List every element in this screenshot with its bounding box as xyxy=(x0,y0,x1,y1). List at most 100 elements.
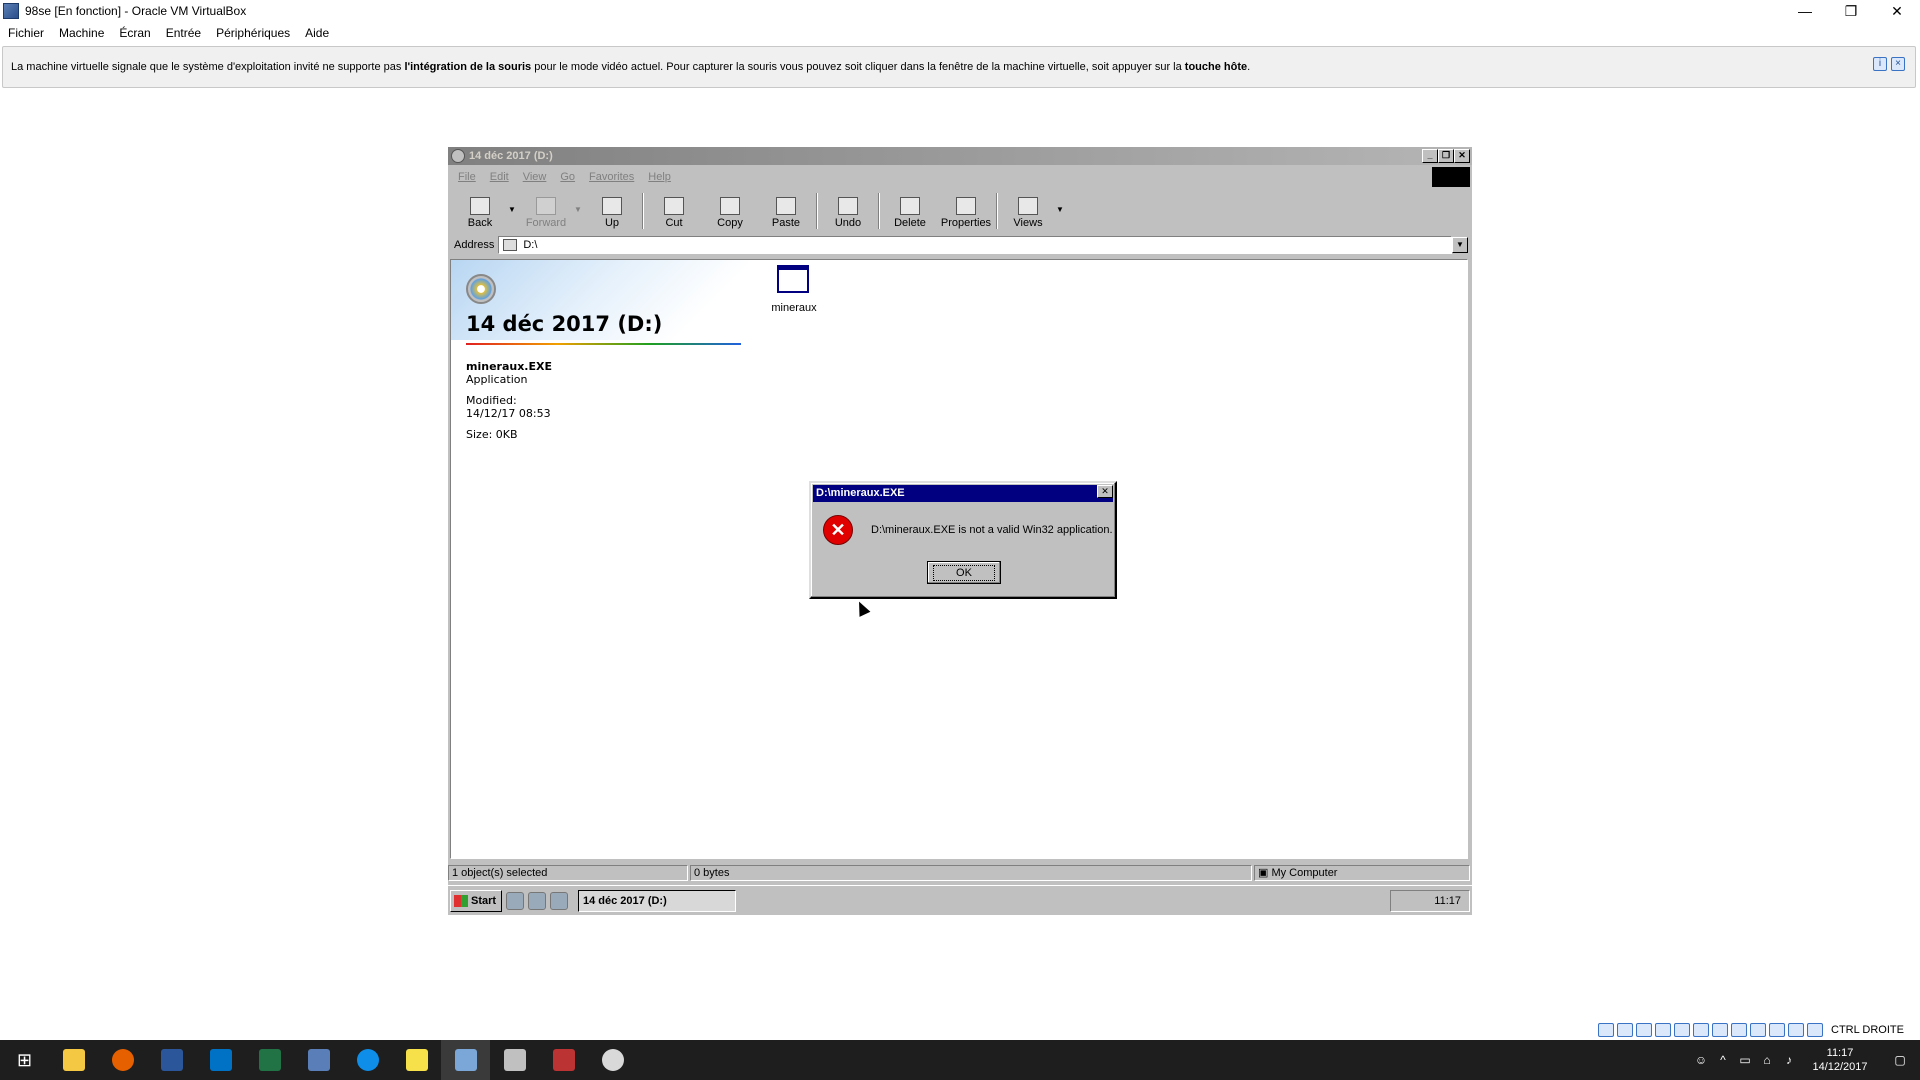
battery-icon[interactable]: ▭ xyxy=(1734,1053,1756,1067)
status-selection: 1 object(s) selected xyxy=(448,865,688,881)
host-key-label: CTRL DROITE xyxy=(1831,1024,1904,1036)
quicklaunch-ie-icon[interactable] xyxy=(528,891,546,910)
menu-view[interactable]: View xyxy=(523,171,547,183)
volume-muted-icon[interactable]: ♪ xyxy=(1778,1053,1800,1067)
file-label[interactable]: mineraux xyxy=(754,302,834,314)
ok-button[interactable]: OK xyxy=(927,561,1001,584)
cpu-status-icon[interactable] xyxy=(1769,1023,1785,1037)
excel-icon xyxy=(258,1049,281,1071)
video-capture-status-icon[interactable] xyxy=(1750,1023,1766,1037)
quicklaunch-outlook-icon[interactable] xyxy=(550,891,568,910)
menu-peripheriques[interactable]: Périphériques xyxy=(216,26,290,40)
host-window-title: 98se [En fonction] - Oracle VM VirtualBo… xyxy=(25,4,247,18)
copy-button[interactable]: Copy xyxy=(702,189,758,229)
views-icon xyxy=(1018,197,1038,215)
vm-window-icon xyxy=(503,1049,526,1071)
properties-button[interactable]: Properties xyxy=(938,189,994,229)
paste-button[interactable]: Paste xyxy=(758,189,814,229)
word-icon xyxy=(160,1049,183,1071)
mouse-integration-status-icon[interactable] xyxy=(1788,1023,1804,1037)
taskbar-cd-app[interactable] xyxy=(588,1040,637,1080)
taskbar-virtualbox[interactable] xyxy=(441,1040,490,1080)
menu-file[interactable]: File xyxy=(458,171,476,183)
menu-aide[interactable]: Aide xyxy=(305,26,329,40)
copy-icon xyxy=(720,197,740,215)
address-dropdown[interactable]: ▼ xyxy=(1452,237,1468,253)
minimize-button[interactable]: — xyxy=(1782,0,1828,22)
taskbar-excel[interactable] xyxy=(245,1040,294,1080)
menu-machine[interactable]: Machine xyxy=(59,26,104,40)
show-hidden-icons[interactable]: ^ xyxy=(1712,1053,1734,1067)
up-button[interactable]: Up xyxy=(584,189,640,229)
menu-ecran[interactable]: Écran xyxy=(119,26,150,40)
taskbar-word[interactable] xyxy=(147,1040,196,1080)
menu-help[interactable]: Help xyxy=(648,171,671,183)
start-button[interactable]: Start xyxy=(450,889,502,912)
guest-clock: 11:17 xyxy=(1434,895,1461,907)
status-zone: ▣ My Computer xyxy=(1254,865,1470,881)
taskbar-sticky-notes[interactable] xyxy=(392,1040,441,1080)
explorer-minimize-button[interactable]: _ xyxy=(1422,149,1438,163)
forward-dropdown[interactable]: ▼ xyxy=(574,205,584,214)
quicklaunch-desktop-icon[interactable] xyxy=(506,891,524,910)
explorer-restore-button[interactable]: ❐ xyxy=(1438,149,1454,163)
notice-dismiss-icon[interactable]: × xyxy=(1891,57,1905,71)
back-button[interactable]: Back xyxy=(452,189,508,229)
cut-button[interactable]: Cut xyxy=(646,189,702,229)
virtualbox-icon xyxy=(454,1049,477,1071)
delete-button[interactable]: Delete xyxy=(882,189,938,229)
menu-favorites[interactable]: Favorites xyxy=(589,171,634,183)
explorer-statusbar: 1 object(s) selected 0 bytes ▣ My Comput… xyxy=(448,865,1472,881)
restore-button[interactable]: ❐ xyxy=(1828,0,1874,22)
menu-fichier[interactable]: Fichier xyxy=(8,26,44,40)
taskbar-network-app[interactable] xyxy=(294,1040,343,1080)
task-explorer-window[interactable]: 14 déc 2017 (D:) xyxy=(578,889,736,912)
taskbar-media-app[interactable] xyxy=(539,1040,588,1080)
address-input[interactable]: D:\ xyxy=(498,236,1452,254)
media-app-icon xyxy=(552,1049,575,1071)
audio-status-icon[interactable] xyxy=(1655,1023,1671,1037)
clock-date: 14/12/2017 xyxy=(1812,1061,1868,1073)
selected-file-name: mineraux.EXE xyxy=(466,360,552,373)
address-label: Address xyxy=(454,239,495,251)
usb-status-icon[interactable] xyxy=(1693,1023,1709,1037)
network-status-icon[interactable] xyxy=(1674,1023,1690,1037)
taskbar-firefox[interactable] xyxy=(98,1040,147,1080)
undo-button[interactable]: Undo xyxy=(820,189,876,229)
application-file-icon[interactable] xyxy=(776,265,810,299)
hdd-status-icon[interactable] xyxy=(1598,1023,1614,1037)
keyboard-status-icon[interactable] xyxy=(1807,1023,1823,1037)
delete-x-icon xyxy=(900,197,920,215)
taskbar-outlook[interactable] xyxy=(196,1040,245,1080)
views-dropdown[interactable]: ▼ xyxy=(1056,205,1066,214)
dialog-close-button[interactable]: ✕ xyxy=(1097,485,1113,498)
selected-file-type: Application xyxy=(466,373,528,386)
taskbar-teamviewer[interactable] xyxy=(343,1040,392,1080)
taskbar-file-explorer[interactable] xyxy=(49,1040,98,1080)
explorer-close-button[interactable]: ✕ xyxy=(1454,149,1470,163)
menu-go[interactable]: Go xyxy=(560,171,575,183)
guest-screen[interactable]: 14 déc 2017 (D:) _ ❐ ✕ File Edit View Go… xyxy=(448,147,1472,915)
menu-edit[interactable]: Edit xyxy=(490,171,509,183)
forward-button[interactable]: Forward xyxy=(518,189,574,229)
dialog-message: D:\mineraux.EXE is not a valid Win32 app… xyxy=(871,524,1113,536)
views-button[interactable]: Views xyxy=(1000,189,1056,229)
taskbar-clock[interactable]: 11:17 14/12/2017 xyxy=(1800,1046,1880,1074)
close-button[interactable]: ✕ xyxy=(1874,0,1920,22)
taskbar-vm-window[interactable] xyxy=(490,1040,539,1080)
back-dropdown[interactable]: ▼ xyxy=(508,205,518,214)
display-status-icon[interactable] xyxy=(1731,1023,1747,1037)
notice-info-icon[interactable]: i xyxy=(1873,57,1887,71)
windows-logo-icon xyxy=(1432,167,1470,187)
floppy-status-icon[interactable] xyxy=(1636,1023,1652,1037)
menu-entree[interactable]: Entrée xyxy=(166,26,201,40)
network-icon[interactable]: ⌂ xyxy=(1756,1053,1778,1067)
people-icon[interactable]: ☺ xyxy=(1690,1053,1712,1067)
modified-label: Modified: xyxy=(466,394,517,407)
toolbar-separator xyxy=(996,193,998,229)
shared-folder-status-icon[interactable] xyxy=(1712,1023,1728,1037)
network-app-icon xyxy=(307,1049,330,1071)
windows-start-button[interactable]: ⊞ xyxy=(0,1040,49,1080)
optical-status-icon[interactable] xyxy=(1617,1023,1633,1037)
action-center-icon[interactable]: ▢ xyxy=(1880,1053,1920,1067)
